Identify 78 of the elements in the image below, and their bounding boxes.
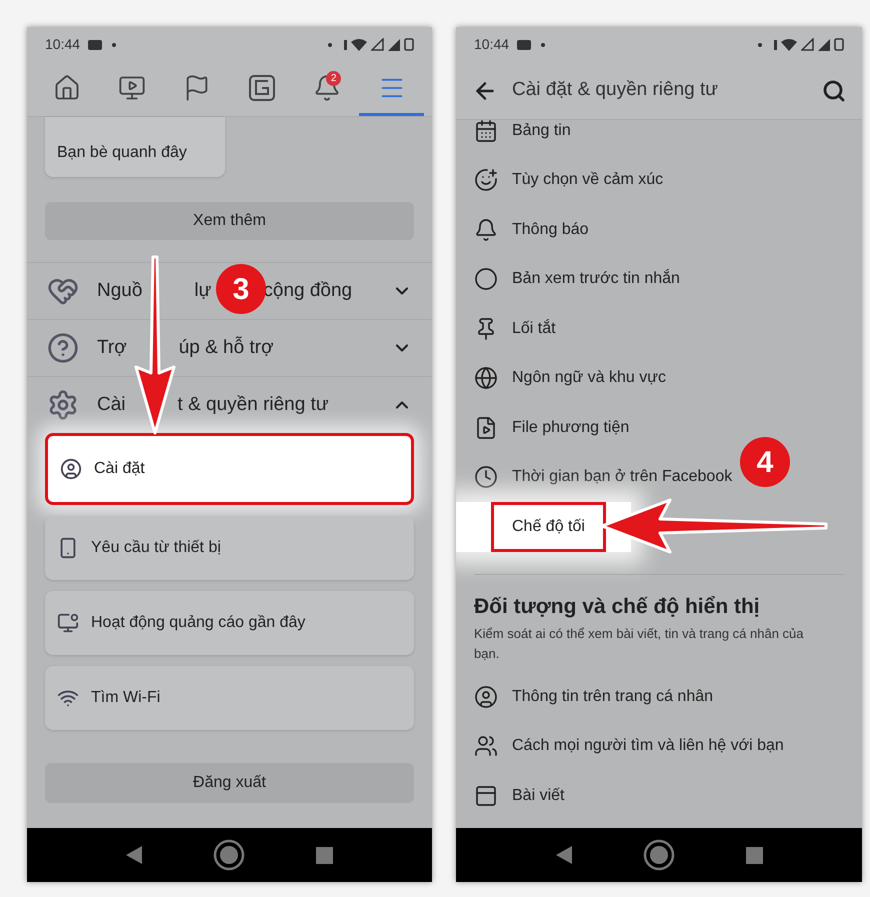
shortcut-label: Bạn bè quanh đây	[57, 143, 188, 163]
settings-option[interactable]: Bảng tin	[512, 118, 571, 143]
panel-icon	[474, 784, 498, 808]
settings-item[interactable]: Hoạt động quảng cáo gần đây	[45, 591, 414, 655]
wifi-signal-icon	[781, 38, 797, 50]
status-time: 10:44	[474, 35, 510, 54]
signal-icon	[388, 38, 400, 50]
home-icon	[53, 74, 82, 102]
section-label: Cài	[97, 392, 126, 417]
dot-icon	[328, 42, 332, 46]
settings-option[interactable]: Thông báo	[512, 218, 589, 242]
settings-option[interactable]: Cách mọi người tìm và liên hệ với bạn	[512, 734, 784, 758]
settings-item[interactable]: Cài đặt	[45, 433, 414, 505]
item-label: Yêu cầu từ thiết bị	[91, 538, 221, 558]
back-nav-icon[interactable]	[126, 846, 142, 864]
settings-option[interactable]: Thông tin trên trang cá nhân	[512, 684, 714, 709]
square-tab-icon	[248, 74, 276, 102]
bell-icon	[474, 218, 498, 242]
section-label: lự	[194, 278, 212, 303]
section-label: t & quyền riêng tư	[178, 392, 329, 417]
signal-icon	[801, 38, 814, 51]
notification-count: 2	[326, 71, 342, 86]
bell-icon	[312, 74, 341, 102]
dot-icon	[758, 42, 762, 46]
section-description: Kiểm soát ai có thể xem bài viết, tin và trang cá nhân của bạn.	[474, 625, 805, 663]
battery-icon	[834, 38, 844, 51]
signal-icon	[371, 38, 384, 51]
recents-nav-icon[interactable]	[316, 846, 333, 864]
person-icon	[474, 684, 498, 709]
section-label: úp & hỗ trợ	[178, 336, 274, 360]
home-nav-icon[interactable]	[212, 839, 245, 871]
smiley-icon	[474, 168, 498, 192]
status-notification-icons	[88, 38, 118, 50]
section-label: Nguồ	[97, 278, 142, 303]
vibrate-icon	[344, 40, 347, 50]
video-file-icon	[474, 416, 498, 440]
item-label: Hoạt động quảng cáo gần đây	[91, 613, 306, 633]
page-title: Cài đặt & quyền riêng tư	[512, 78, 720, 102]
nav-tab[interactable]: 2	[294, 62, 360, 116]
battery-icon	[404, 38, 414, 51]
settings-option[interactable]: Tùy chọn về cảm xúc	[512, 168, 664, 192]
status-notification-icons	[517, 38, 548, 50]
step-badge: 3	[216, 264, 266, 314]
calendar-icon	[474, 118, 498, 143]
settings-option[interactable]: Chế độ tối	[491, 502, 606, 552]
item-label: Tìm Wi-Fi	[91, 688, 160, 708]
back-nav-icon[interactable]	[556, 846, 572, 864]
status-time: 10:44	[45, 35, 80, 54]
settings-option[interactable]: File phương tiện	[512, 416, 630, 440]
monitor-icon	[57, 612, 79, 634]
globe-icon	[474, 366, 498, 390]
settings-option[interactable]: Ngôn ngữ và khu vực	[512, 366, 666, 390]
settings-item[interactable]: Tìm Wi-Fi	[45, 666, 414, 730]
settings-item[interactable]: Yêu cầu từ thiết bị	[45, 516, 414, 580]
recents-nav-icon[interactable]	[746, 846, 762, 864]
item-label: Cài đặt	[94, 459, 145, 479]
signal-icon	[818, 38, 830, 50]
question-icon	[47, 332, 79, 364]
vibrate-icon	[774, 40, 777, 50]
search-icon[interactable]	[822, 78, 846, 102]
settings-option[interactable]: Lối tắt	[512, 316, 556, 341]
section-label: Trợ	[97, 336, 127, 360]
settings-option[interactable]: Thời gian bạn ở trên Facebook	[512, 465, 732, 490]
clock-icon	[474, 465, 498, 490]
home-nav-icon[interactable]	[642, 839, 674, 871]
shortcut-card[interactable]: Bạn bè quanh đây	[45, 117, 225, 177]
people-icon	[474, 734, 498, 758]
wifi-signal-icon	[351, 38, 367, 50]
circle-icon	[474, 267, 498, 292]
gear-icon	[47, 389, 79, 421]
see-more-button[interactable]: Xem thêm	[45, 202, 414, 240]
step-badge: 4	[740, 437, 790, 487]
settings-option[interactable]: Bản xem trước tin nhắn	[512, 267, 680, 292]
settings-option[interactable]: Bài viết	[512, 784, 564, 808]
person-icon	[60, 458, 82, 480]
logout-button[interactable]: Đăng xuất	[45, 763, 414, 803]
video-icon	[118, 74, 146, 102]
section-heading: Đối tượng và chế độ hiển thị	[474, 594, 761, 620]
